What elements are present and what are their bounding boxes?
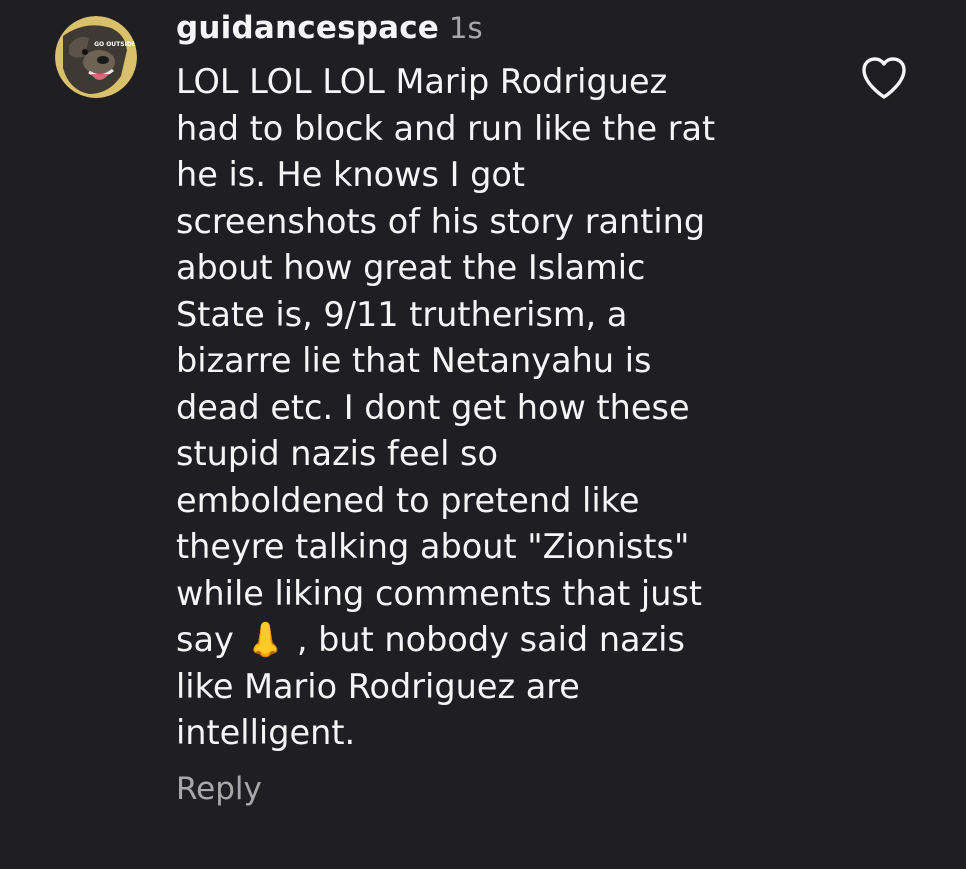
reply-button[interactable]: Reply: [176, 771, 262, 807]
comment-text: LOL LOL LOL Marip Rodriguez had to block…: [176, 56, 836, 757]
comment-text-line: like Mario Rodriguez are: [176, 666, 580, 706]
comment-text-line: say 👃 , but nobody said nazis: [176, 620, 685, 659]
comment-text-line: theyre talking about "Zionists": [176, 527, 690, 566]
comment-text-line: intelligent.: [176, 713, 356, 752]
comment: guidancespace 1s LOL LOL LOL Marip Rodri…: [176, 10, 836, 807]
dog-avatar-icon: GO OUTSIDE: [55, 16, 137, 98]
comment-text-line: while liking comments that just: [176, 573, 703, 613]
comment-text-line: bizarre lie that Netanyahu is: [176, 341, 652, 380]
heart-icon: [862, 57, 906, 99]
comment-text-line: had to block and run like the rat: [176, 108, 716, 148]
comment-text-line: stupid nazis feel so: [176, 434, 498, 473]
avatar-badge-text: GO OUTSIDE: [94, 41, 136, 48]
avatar[interactable]: GO OUTSIDE: [55, 16, 137, 98]
comment-text-line: he is. He knows I got: [176, 155, 526, 194]
comment-text-line: emboldened to pretend like: [176, 480, 640, 520]
comment-text-line: about how great the Islamic: [176, 248, 646, 287]
timestamp: 1s: [449, 11, 483, 45]
like-button[interactable]: [860, 56, 908, 100]
comment-text-line: screenshots of his story ranting: [176, 201, 706, 241]
comment-text-line: State is, 9/11 trutherism, a: [176, 294, 628, 334]
comment-text-line: dead etc. I dont get how these: [176, 387, 690, 427]
comment-text-line: LOL LOL LOL Marip Rodriguez: [176, 62, 668, 101]
comment-header: guidancespace 1s: [176, 10, 836, 56]
username[interactable]: guidancespace: [176, 10, 439, 46]
